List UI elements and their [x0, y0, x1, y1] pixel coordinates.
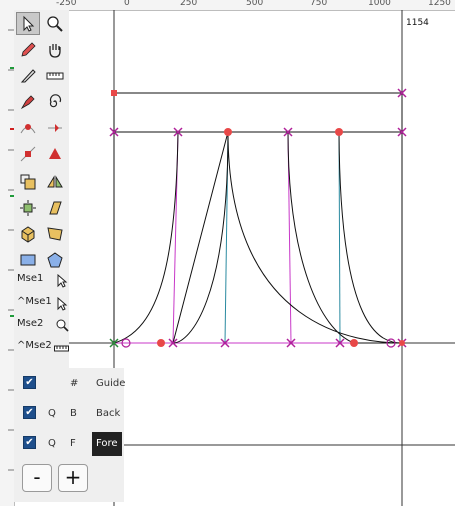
skew-tool[interactable]	[43, 196, 67, 219]
layer-name[interactable]: Fore	[92, 432, 122, 456]
layer-quadratic-flag: Q	[48, 438, 56, 449]
hand-icon	[49, 43, 61, 58]
ctrl-mouse-button-2-label: ^Mse2	[17, 340, 52, 351]
corner-point-icon	[20, 146, 36, 161]
layer-quadratic-flag: Q	[48, 408, 56, 419]
toolbox-palette: Mse1 ^Mse1 Mse2 ^Mse2	[14, 10, 69, 370]
magnify-icon	[47, 15, 63, 32]
rectangle-icon	[20, 254, 36, 265]
ruler-tool[interactable]	[43, 64, 67, 87]
spiro-tool[interactable]	[43, 90, 67, 113]
advance-width-readout: 1154	[406, 18, 429, 28]
scale-icon	[20, 174, 36, 189]
flip-icon	[47, 174, 63, 187]
pen-icon	[20, 94, 35, 109]
ruler-icon	[46, 72, 64, 79]
pencil-tool[interactable]	[16, 38, 40, 61]
layer-visible-checkbox[interactable]: ✔	[23, 406, 36, 419]
pencil-icon	[21, 41, 36, 57]
pointer-icon	[23, 15, 35, 32]
ctrl-mouse-button-1-label: ^Mse1	[17, 296, 52, 307]
remove-layer-button[interactable]: -	[22, 464, 52, 492]
rotate-icon	[20, 199, 36, 216]
layer-type-flag: B	[70, 408, 77, 419]
corner-point[interactable]	[224, 128, 232, 136]
start-point[interactable]	[111, 90, 117, 96]
corner-point[interactable]	[350, 339, 358, 347]
mouse-1-pointer-icon	[57, 274, 68, 288]
perspective-tool[interactable]	[43, 222, 67, 245]
mouse-2-magnify-icon	[56, 319, 69, 332]
layer-visible-checkbox[interactable]: ✔	[23, 376, 36, 389]
layer-type-flag: #	[70, 378, 79, 389]
flip-tool[interactable]	[43, 170, 67, 193]
hand-tool[interactable]	[43, 38, 67, 61]
pen-tool[interactable]	[16, 90, 40, 113]
polygon-tool[interactable]	[43, 248, 67, 271]
hv-curve-point-icon	[49, 147, 61, 159]
scale-tool[interactable]	[16, 170, 40, 193]
layer-type-flag: F	[70, 438, 76, 449]
curve-point-tool[interactable]	[16, 116, 40, 139]
layers-panel: ✔ # Guide ✔ Q B Back ✔ Q F Fore - +	[14, 368, 125, 502]
mouse-button-2-label: Mse2	[17, 318, 44, 329]
rectangle-tool[interactable]	[16, 248, 40, 271]
spiro-icon	[49, 93, 62, 107]
knife-tool[interactable]	[16, 64, 40, 87]
knife-icon	[20, 68, 36, 82]
pointer-tool[interactable]	[16, 12, 40, 35]
glyph-outline-top-bar[interactable]	[113, 92, 403, 133]
3d-rotate-tool[interactable]	[16, 222, 40, 245]
corner-point[interactable]	[335, 128, 343, 136]
layer-name[interactable]: Guide	[92, 372, 129, 396]
tangent-point-tool[interactable]	[43, 116, 67, 139]
layer-visible-checkbox[interactable]: ✔	[23, 436, 36, 449]
layer-row-fore[interactable]: ✔ Q F Fore	[14, 432, 124, 456]
polygon-icon	[47, 251, 63, 267]
hv-curve-point-tool[interactable]	[43, 142, 67, 165]
skew-icon	[49, 201, 62, 214]
layer-name[interactable]: Back	[92, 402, 124, 426]
layer-row-guide[interactable]: ✔ # Guide	[14, 372, 125, 396]
rotate-tool[interactable]	[16, 196, 40, 219]
ctrl-mouse-2-ruler-icon	[54, 345, 69, 352]
mouse-button-1-label: Mse1	[17, 273, 44, 284]
corner-point[interactable]	[399, 340, 405, 346]
3d-rotate-icon	[21, 225, 35, 243]
tangent-point-icon	[48, 123, 62, 132]
ctrl-mouse-1-pointer-icon	[57, 297, 68, 311]
perspective-icon	[47, 226, 63, 241]
corner-point-tool[interactable]	[16, 142, 40, 165]
layer-row-back[interactable]: ✔ Q B Back	[14, 402, 124, 426]
corner-point[interactable]	[157, 339, 165, 347]
magnify-tool[interactable]	[43, 12, 67, 35]
add-layer-button[interactable]: +	[58, 464, 88, 492]
curve-point-icon	[20, 123, 36, 133]
glyph-outline-legs[interactable]	[113, 131, 403, 344]
